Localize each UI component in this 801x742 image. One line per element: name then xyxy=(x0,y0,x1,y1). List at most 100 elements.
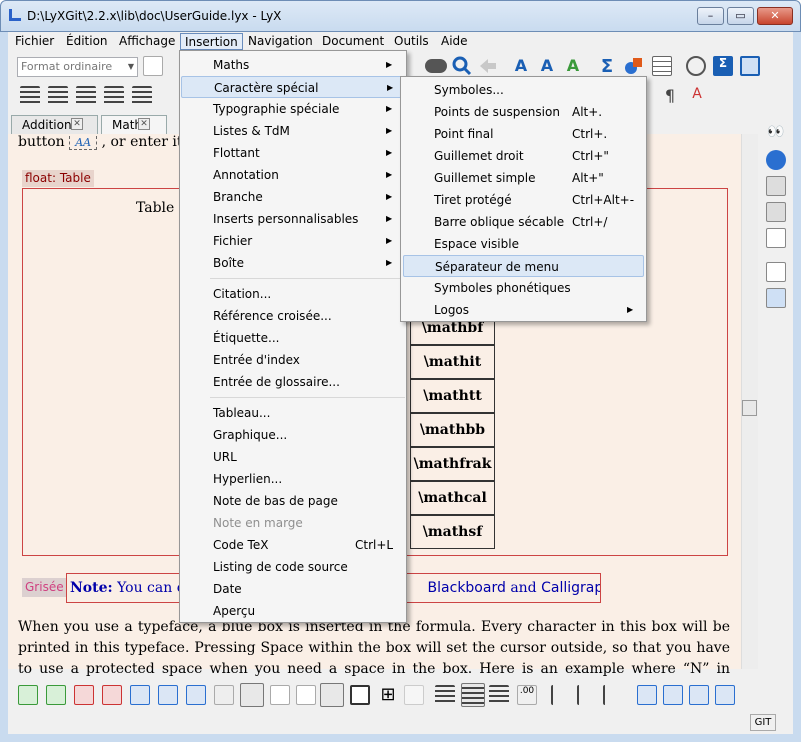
align-right-icon[interactable] xyxy=(489,685,509,705)
insertion-menu-item[interactable]: Date xyxy=(181,578,405,600)
special-character-item[interactable]: Guillemet droit Ctrl+" xyxy=(403,145,644,167)
menu-outils[interactable]: Outils xyxy=(390,33,433,50)
text-style-icon[interactable]: A xyxy=(511,56,531,76)
insertion-menu-item[interactable]: Étiquette... xyxy=(181,327,405,349)
delete-column-icon[interactable] xyxy=(102,685,122,705)
special-character-item[interactable]: Barre oblique sécable Ctrl+/ xyxy=(403,211,644,233)
folder-icon[interactable] xyxy=(766,202,786,222)
insertion-menu-item[interactable]: Hyperlien... xyxy=(181,468,405,490)
insertion-menu-item[interactable]: Note de bas de page xyxy=(181,490,405,512)
greyed-note-label[interactable]: Grisée xyxy=(22,578,67,597)
move-row-down-icon[interactable] xyxy=(186,685,206,705)
insertion-menu-item[interactable]: Entrée d'index xyxy=(181,349,405,371)
table-cell[interactable]: \mathbb xyxy=(410,413,495,447)
insertion-menu-item[interactable]: Tableau... xyxy=(181,402,405,424)
insertion-menu-item[interactable]: Inserts personnalisables ▶ xyxy=(181,208,405,230)
special-character-item[interactable]: Symboles... xyxy=(403,79,644,101)
update-icon[interactable] xyxy=(766,150,786,170)
insertion-menu-item[interactable]: Fichier ▶ xyxy=(181,230,405,252)
border-none-icon[interactable] xyxy=(404,685,424,705)
valign-bottom-icon[interactable] xyxy=(603,685,623,705)
insertion-menu-item[interactable]: Flottant ▶ xyxy=(181,142,405,164)
table-cell[interactable]: \mathfrak xyxy=(410,447,495,481)
tab-math[interactable]: Math xyxy=(101,115,167,135)
git-status-badge[interactable]: GIT xyxy=(750,714,776,731)
insertion-menu-item[interactable]: Référence croisée... xyxy=(181,305,405,327)
menu-navigation[interactable]: Navigation xyxy=(244,33,317,50)
table-cell[interactable]: \mathsf xyxy=(410,515,495,549)
description-list-icon[interactable] xyxy=(104,86,124,106)
scrollbar-thumb[interactable] xyxy=(742,400,757,416)
folder-icon[interactable] xyxy=(766,176,786,196)
insertion-menu-item[interactable]: Listes & TdM ▶ xyxy=(181,120,405,142)
insert-row-icon[interactable] xyxy=(18,685,38,705)
menu-insertion[interactable]: Insertion xyxy=(180,33,243,50)
close-icon[interactable]: ✕ xyxy=(71,118,83,130)
insertion-menu-item[interactable]: Code TeX Ctrl+L xyxy=(181,534,405,556)
compass-icon[interactable] xyxy=(686,56,706,76)
set-width-icon[interactable] xyxy=(689,685,709,705)
set-height-icon[interactable] xyxy=(715,685,735,705)
special-character-item[interactable]: Point final Ctrl+. xyxy=(403,123,644,145)
menu-affichage[interactable]: Affichage xyxy=(115,33,179,50)
menu-edition[interactable]: Édition xyxy=(62,33,112,50)
table-cell[interactable]: \mathcal xyxy=(410,481,495,515)
tab-additional[interactable]: Additional xyxy=(11,115,98,135)
insertion-menu-item[interactable]: Boîte ▶ xyxy=(181,252,405,274)
align-justify-icon[interactable] xyxy=(20,86,40,106)
insertion-menu-item[interactable]: Listing de code source xyxy=(181,556,405,578)
menu-aide[interactable]: Aide xyxy=(437,33,472,50)
chevron-down-icon[interactable]: ▼ xyxy=(124,57,138,77)
menu-document[interactable]: Document xyxy=(318,33,388,50)
close-icon[interactable]: ✕ xyxy=(138,118,150,130)
search-icon[interactable] xyxy=(452,56,472,76)
insertion-menu-item[interactable]: Branche ▶ xyxy=(181,186,405,208)
insertion-menu-item[interactable]: Aperçu xyxy=(181,600,405,622)
font-style-icon[interactable]: A xyxy=(537,56,557,76)
new-document-icon[interactable] xyxy=(143,56,163,76)
special-character-item[interactable]: Tiret protégé Ctrl+Alt+- xyxy=(403,189,644,211)
change-case-icon[interactable]: A xyxy=(563,56,583,76)
paragraph-style-select[interactable]: Format ordinaire xyxy=(17,57,138,77)
table-panel-toggle-icon[interactable] xyxy=(740,56,760,76)
minimize-button[interactable]: – xyxy=(697,7,724,25)
paragraph-mark-icon[interactable]: ¶ xyxy=(660,86,680,106)
table-cell[interactable]: \mathit xyxy=(410,345,495,379)
special-character-item[interactable]: Symboles phonétiques xyxy=(403,277,644,299)
document-icon[interactable] xyxy=(766,228,786,248)
special-character-item[interactable]: Guillemet simple Alt+" xyxy=(403,167,644,189)
close-button[interactable]: ✕ xyxy=(757,7,793,25)
insertion-menu-item[interactable]: Entrée de glossaire... xyxy=(181,371,405,393)
insertion-menu-item[interactable]: Typographie spéciale ▶ xyxy=(181,98,405,120)
insertion-menu-item[interactable]: Annotation ▶ xyxy=(181,164,405,186)
align-center-icon[interactable] xyxy=(461,683,485,707)
move-column-left-icon[interactable] xyxy=(158,685,178,705)
insertion-menu-item[interactable]: Graphique... xyxy=(181,424,405,446)
special-character-item[interactable]: Espace visible xyxy=(403,233,644,255)
insertion-menu-item[interactable]: Caractère spécial ▶ xyxy=(181,76,405,98)
valign-middle-icon[interactable] xyxy=(577,685,597,705)
binoculars-icon[interactable] xyxy=(425,59,447,73)
bullet-list-icon[interactable] xyxy=(76,86,96,106)
insertion-menu-item[interactable]: URL xyxy=(181,446,405,468)
table-cell[interactable]: \mathtt xyxy=(410,379,495,413)
valign-top-icon[interactable] xyxy=(551,685,571,705)
export-icon[interactable] xyxy=(766,288,786,308)
numbered-list-icon[interactable] xyxy=(48,86,68,106)
view-other-icon[interactable] xyxy=(766,262,786,282)
arrow-back-icon[interactable] xyxy=(478,56,498,76)
border-left-icon[interactable] xyxy=(296,685,316,705)
insert-column-icon[interactable] xyxy=(46,685,66,705)
border-right-icon[interactable] xyxy=(320,683,344,707)
border-outline-icon[interactable] xyxy=(350,685,370,705)
border-all-icon[interactable]: ⊞ xyxy=(378,685,398,705)
math-panel-toggle-icon[interactable]: Σ xyxy=(713,56,733,76)
menu-fichier[interactable]: Fichier xyxy=(11,33,58,50)
math-sigma-icon[interactable]: Σ xyxy=(597,56,617,77)
border-bottom-icon[interactable] xyxy=(270,685,290,705)
float-label[interactable]: float: Table xyxy=(22,170,94,187)
multicolumn-icon[interactable] xyxy=(663,685,683,705)
maximize-button[interactable]: ▭ xyxy=(727,7,754,25)
align-left-icon[interactable] xyxy=(435,685,455,705)
border-top-icon[interactable] xyxy=(240,683,264,707)
